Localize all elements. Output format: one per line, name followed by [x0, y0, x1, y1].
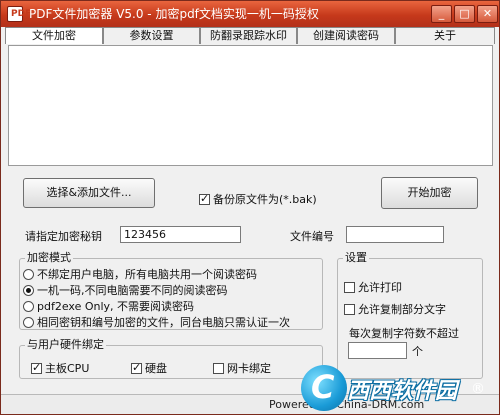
app-window: PDF PDF文件加密器 V5.0 - 加密pdf文档实现一机一码授权 _ □ … — [0, 0, 500, 415]
allow-print-checkbox[interactable]: 允许打印 — [344, 279, 402, 295]
hardware-binding-title: 与用户硬件绑定 — [25, 338, 106, 352]
allow-print-box[interactable] — [344, 281, 355, 293]
encrypt-mode-title: 加密模式 — [25, 251, 73, 265]
bind-nic-box[interactable] — [213, 362, 224, 374]
bind-cpu-checkbox[interactable]: 主板CPU — [31, 360, 89, 376]
tab-parameters[interactable]: 参数设置 — [103, 27, 200, 44]
mode-option-shared-radio[interactable] — [23, 268, 34, 280]
mode-option-pdf2exe-radio[interactable] — [23, 300, 34, 312]
watermark-letter: C — [311, 368, 335, 406]
select-add-file-button[interactable]: 选择&添加文件... — [23, 178, 155, 208]
bind-cpu-label: 主板CPU — [45, 362, 90, 375]
backup-label: 备份原文件为(*.bak) — [213, 193, 317, 206]
site-watermark: C 西西软件园 ® — [301, 365, 499, 413]
settings-title: 设置 — [343, 251, 369, 265]
watermark-text: 西西软件园 — [347, 379, 458, 404]
allow-copy-label: 允许复制部分文字 — [358, 303, 446, 316]
key-input[interactable]: 123456 — [120, 226, 241, 243]
tab-create-password[interactable]: 创建阅读密码 — [297, 27, 395, 44]
close-button[interactable]: ✕ — [477, 5, 498, 23]
max-copy-unit: 个 — [412, 345, 423, 358]
tab-file-encrypt[interactable]: 文件加密 — [5, 27, 103, 44]
file-number-label: 文件编号 — [290, 230, 334, 243]
bind-disk-label: 硬盘 — [145, 362, 167, 375]
minimize-button[interactable]: _ — [431, 5, 452, 23]
allow-print-label: 允许打印 — [358, 281, 402, 294]
mode-option-per-machine-label: 一机一码,不同电脑需要不同的阅读密码 — [37, 284, 228, 297]
maximize-button[interactable]: □ — [454, 5, 475, 23]
mode-option-pdf2exe[interactable]: pdf2exe Only, 不需要阅读密码 — [23, 298, 194, 314]
mode-option-per-machine[interactable]: 一机一码,不同电脑需要不同的阅读密码 — [23, 282, 228, 298]
mode-option-shared[interactable]: 不绑定用户电脑，所有电脑共用一个阅读密码 — [23, 266, 257, 282]
mode-option-same-key-radio[interactable] — [23, 316, 34, 328]
watermark-registered-mark: ® — [471, 381, 485, 397]
bind-disk-checkbox[interactable]: 硬盘 — [131, 360, 167, 376]
tab-about[interactable]: 关于 — [395, 27, 495, 44]
mode-option-shared-label: 不绑定用户电脑，所有电脑共用一个阅读密码 — [37, 268, 257, 281]
max-copy-label: 每次复制字符数不超过 — [349, 327, 459, 340]
mode-option-same-key-label: 相同密钥和编号加密的文件，同台电脑只需认证一次 — [37, 316, 290, 329]
start-encrypt-button[interactable]: 开始加密 — [381, 177, 478, 209]
title-bar: PDF PDF文件加密器 V5.0 - 加密pdf文档实现一机一码授权 _ □ … — [1, 1, 499, 27]
mode-option-pdf2exe-label: pdf2exe Only, 不需要阅读密码 — [37, 300, 195, 313]
file-number-input[interactable] — [346, 226, 444, 243]
max-copy-input[interactable] — [348, 342, 407, 359]
window-title: PDF文件加密器 V5.0 - 加密pdf文档实现一机一码授权 — [29, 7, 319, 21]
bind-nic-checkbox[interactable]: 网卡绑定 — [213, 360, 271, 376]
bind-cpu-box[interactable] — [31, 361, 42, 374]
allow-copy-checkbox[interactable]: 允许复制部分文字 — [344, 301, 446, 317]
file-list[interactable] — [8, 45, 493, 166]
backup-checkbox-box[interactable] — [199, 192, 210, 205]
tab-watermark[interactable]: 防翻录跟踪水印 — [200, 27, 297, 44]
backup-checkbox[interactable]: 备份原文件为(*.bak) — [199, 191, 317, 207]
bind-nic-label: 网卡绑定 — [227, 362, 271, 375]
mode-option-same-key[interactable]: 相同密钥和编号加密的文件，同台电脑只需认证一次 — [23, 314, 290, 330]
mode-option-per-machine-radio[interactable] — [23, 284, 34, 296]
watermark-logo-icon: C — [301, 365, 347, 411]
settings-group — [337, 258, 483, 379]
bind-disk-box[interactable] — [131, 361, 142, 374]
tab-bar: 文件加密 参数设置 防翻录跟踪水印 创建阅读密码 关于 — [5, 27, 495, 44]
pdf-app-icon: PDF — [7, 6, 31, 22]
key-label: 请指定加密秘钥 — [25, 230, 102, 243]
allow-copy-box[interactable] — [344, 303, 355, 315]
